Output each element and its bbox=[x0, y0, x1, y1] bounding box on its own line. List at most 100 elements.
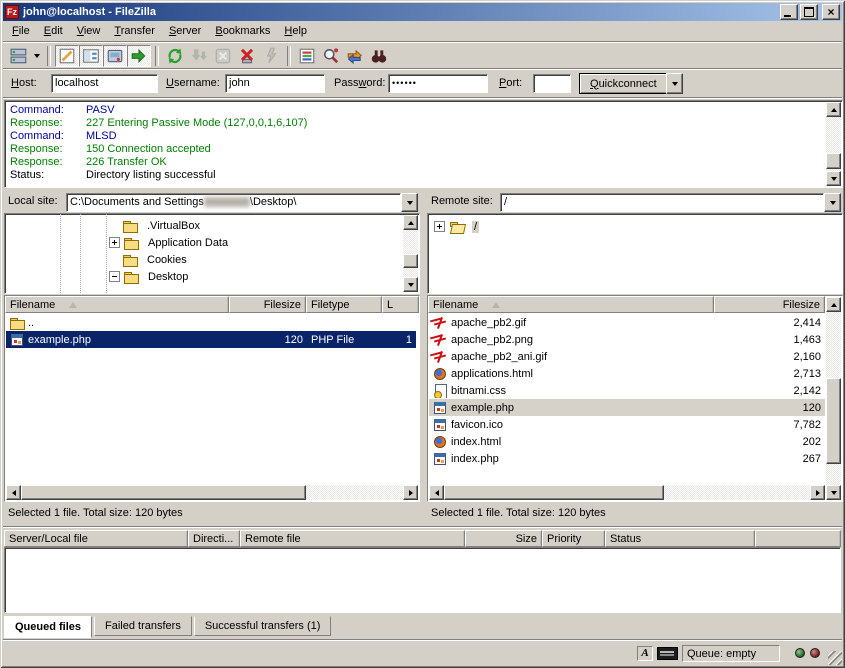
file-row[interactable]: applications.html2,713 bbox=[429, 365, 825, 382]
resize-grip[interactable] bbox=[828, 651, 842, 665]
scroll-up-button[interactable] bbox=[403, 215, 418, 230]
scroll-down-button[interactable] bbox=[826, 485, 841, 500]
password-label: Password: bbox=[334, 77, 385, 89]
quickconnect-dropdown[interactable] bbox=[666, 73, 683, 94]
find-button[interactable] bbox=[367, 45, 391, 67]
column-header-direction[interactable]: Directi... bbox=[188, 530, 240, 547]
scroll-thumb[interactable] bbox=[444, 485, 664, 500]
column-header-filetype[interactable]: Filetype bbox=[306, 296, 382, 313]
file-row[interactable]: index.html202 bbox=[429, 433, 825, 450]
scroll-left-button[interactable] bbox=[429, 485, 444, 500]
column-header-filesize[interactable]: Filesize bbox=[229, 296, 306, 313]
tab-successful-transfers[interactable]: Successful transfers (1) bbox=[194, 616, 332, 636]
toggle-local-tree-button[interactable] bbox=[79, 45, 103, 67]
local-selection-status: Selected 1 file. Total size: 120 bytes bbox=[4, 504, 418, 522]
close-button[interactable]: × bbox=[822, 4, 840, 20]
menu-edit[interactable]: Edit bbox=[37, 23, 70, 39]
scroll-down-button[interactable] bbox=[403, 277, 418, 292]
column-header-filename[interactable]: Filename bbox=[428, 296, 714, 313]
toggle-queue-button[interactable] bbox=[127, 45, 151, 67]
tree-item-root[interactable]: / bbox=[434, 218, 479, 235]
remote-path-dropdown[interactable] bbox=[824, 193, 841, 212]
scroll-left-button[interactable] bbox=[6, 485, 21, 500]
maximize-button[interactable] bbox=[800, 4, 818, 20]
local-list-hscrollbar[interactable] bbox=[6, 485, 418, 500]
reconnect-button[interactable] bbox=[259, 45, 283, 67]
file-row-example-php[interactable]: example.php120 bbox=[429, 399, 825, 416]
column-header-size[interactable]: Size bbox=[465, 530, 542, 547]
log-scrollbar[interactable] bbox=[826, 102, 841, 186]
username-input[interactable]: john bbox=[225, 74, 325, 93]
tree-item-application-data[interactable]: Application Data bbox=[109, 234, 230, 251]
remote-path-field[interactable]: / bbox=[500, 193, 824, 212]
file-row-example-php[interactable]: example.php 120 PHP File 1 bbox=[6, 331, 416, 348]
expand-icon[interactable] bbox=[434, 221, 445, 232]
chevron-down-icon bbox=[407, 201, 413, 208]
scroll-right-button[interactable] bbox=[403, 485, 418, 500]
tree-item-virtualbox[interactable]: .VirtualBox bbox=[123, 217, 202, 234]
menu-file[interactable]: File bbox=[5, 23, 37, 39]
toolbar-separator bbox=[155, 46, 159, 66]
toggle-remote-tree-button[interactable] bbox=[103, 45, 127, 67]
file-row-parent[interactable]: .. bbox=[6, 314, 416, 331]
cancel-button[interactable] bbox=[211, 45, 235, 67]
log-label: Command: bbox=[7, 130, 86, 143]
toggle-log-button[interactable] bbox=[55, 45, 79, 67]
file-row[interactable]: apache_pb2_ani.gif2,160 bbox=[429, 348, 825, 365]
scroll-down-button[interactable] bbox=[826, 171, 841, 186]
scroll-thumb[interactable] bbox=[403, 254, 418, 268]
filter-button[interactable] bbox=[295, 45, 319, 67]
menu-bookmarks[interactable]: Bookmarks bbox=[208, 23, 277, 39]
site-manager-button[interactable] bbox=[7, 45, 31, 67]
scroll-up-button[interactable] bbox=[826, 297, 841, 312]
password-input[interactable]: •••••• bbox=[388, 74, 488, 93]
scroll-right-button[interactable] bbox=[810, 485, 825, 500]
remote-site-combo[interactable]: / bbox=[500, 193, 841, 212]
compare-button[interactable] bbox=[319, 45, 343, 67]
local-path-dropdown[interactable] bbox=[401, 193, 418, 212]
quickconnect-button[interactable]: Quickconnect bbox=[579, 73, 668, 94]
menu-transfer[interactable]: Transfer bbox=[107, 23, 162, 39]
local-tree-scrollbar[interactable] bbox=[403, 215, 418, 292]
tree-item-cookies[interactable]: Cookies bbox=[123, 251, 189, 268]
file-row[interactable]: apache_pb2.gif2,414 bbox=[429, 314, 825, 331]
process-queue-button[interactable] bbox=[187, 45, 211, 67]
port-input[interactable] bbox=[533, 74, 571, 93]
column-header-filename[interactable]: Filename bbox=[5, 296, 229, 313]
column-header-status[interactable]: Status bbox=[605, 530, 755, 547]
scroll-up-button[interactable] bbox=[826, 102, 841, 117]
scroll-thumb[interactable] bbox=[826, 378, 841, 464]
collapse-icon[interactable] bbox=[109, 271, 120, 282]
log-text: PASV bbox=[86, 104, 115, 117]
refresh-button[interactable] bbox=[163, 45, 187, 67]
column-header-server-local-file[interactable]: Server/Local file bbox=[4, 530, 188, 547]
file-row[interactable]: bitnami.css2,142 bbox=[429, 382, 825, 399]
remote-list-hscrollbar[interactable] bbox=[429, 485, 825, 500]
menu-view[interactable]: View bbox=[70, 23, 108, 39]
arrow-left-icon bbox=[432, 490, 439, 496]
scroll-thumb[interactable] bbox=[21, 485, 306, 500]
tab-failed-transfers[interactable]: Failed transfers bbox=[94, 616, 192, 636]
minimize-button[interactable] bbox=[780, 4, 798, 20]
column-header-filesize[interactable]: Filesize bbox=[714, 296, 825, 313]
file-row[interactable]: favicon.ico7,782 bbox=[429, 416, 825, 433]
local-path-field[interactable]: C:\Documents and Settings\Desktop\ bbox=[66, 193, 401, 212]
site-manager-dropdown[interactable] bbox=[31, 45, 43, 67]
file-row[interactable]: apache_pb2.png1,463 bbox=[429, 331, 825, 348]
tree-item-desktop[interactable]: Desktop bbox=[109, 268, 190, 285]
tab-queued-files[interactable]: Queued files bbox=[4, 616, 92, 638]
menu-server[interactable]: Server bbox=[162, 23, 208, 39]
scroll-thumb[interactable] bbox=[826, 153, 841, 169]
local-site-combo[interactable]: C:\Documents and Settings\Desktop\ bbox=[66, 193, 418, 212]
host-input[interactable]: localhost bbox=[51, 74, 158, 93]
column-header-priority[interactable]: Priority bbox=[542, 530, 605, 547]
expand-icon[interactable] bbox=[109, 237, 120, 248]
column-header-last-modified[interactable]: L bbox=[382, 296, 419, 313]
file-row[interactable]: index.php267 bbox=[429, 450, 825, 467]
sync-browsing-button[interactable] bbox=[343, 45, 367, 67]
disconnect-button[interactable] bbox=[235, 45, 259, 67]
column-header-remote-file[interactable]: Remote file bbox=[240, 530, 465, 547]
menu-help[interactable]: Help bbox=[277, 23, 314, 39]
message-log-icon bbox=[58, 47, 76, 65]
remote-list-scrollbar[interactable] bbox=[826, 297, 841, 500]
